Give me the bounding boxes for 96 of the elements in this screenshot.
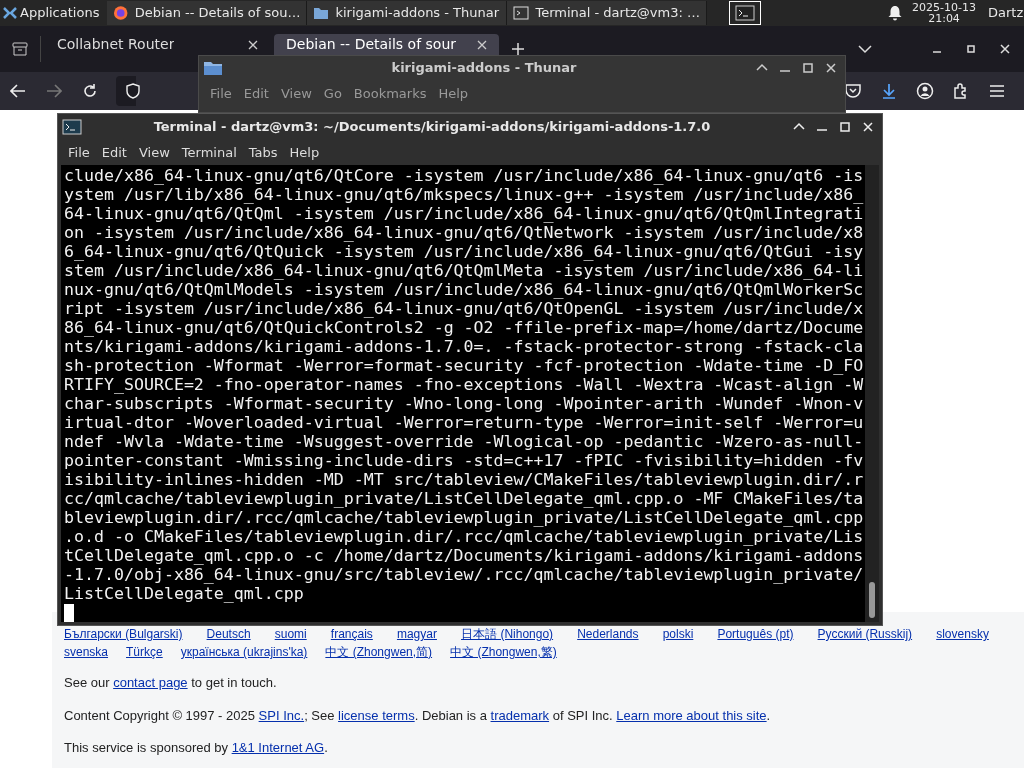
terminal-output-line: bleviewplugin.dir/.rcc/qmlcache/tableviewplugin_private/ListCellDelegate_qml.cpp: [64, 508, 864, 527]
language-link[interactable]: Deutsch: [206, 627, 251, 642]
terminal-output-line: pointer-constant -Wmissing-include-dirs -std=c++17 -fPIC -fvisibility=hidden -fv: [64, 451, 864, 470]
folder-icon: [313, 5, 330, 21]
terminal-output-line: 64-linux-gnu/qt6/QtQml -isystem /usr/include/x86_64-linux-gnu/qt6/QtQmlIntegrati: [64, 204, 864, 223]
menu-item[interactable]: Edit: [95, 142, 133, 163]
menu-item[interactable]: Go: [317, 84, 348, 104]
language-link[interactable]: slovensky: [936, 627, 989, 642]
maximize-icon[interactable]: [802, 62, 814, 74]
tab-list-icon[interactable]: [12, 42, 28, 56]
text-cursor: [64, 604, 74, 622]
language-link[interactable]: Nederlands: [577, 627, 639, 642]
footer-link[interactable]: trademark: [490, 707, 550, 723]
language-link[interactable]: suomi: [274, 627, 307, 642]
terminal-launcher[interactable]: [729, 1, 762, 25]
terminal-output-line: ystem /usr/lib/x86_64-linux-gnu/qt6/mkspecs/linux-g++ -isystem /usr/include/x86_: [64, 185, 864, 204]
window-title: Terminal - dartz@vm3: ~/Documents/kirigami-addons/kirigami-addons-1.7.0: [153, 118, 711, 137]
taskbar-button[interactable]: Terminal - dartz@vm3: …: [507, 1, 708, 25]
scrollbar-thumb[interactable]: [869, 582, 875, 618]
terminal-output-line: RTIFY_SOURCE=2 -fno-operator-names -fno-exceptions -Wall -Wextra -Wcast-align -W: [64, 375, 864, 394]
footer-text: Content Copyright © 1997 - 2025 SPI Inc.; See license terms. Debian is a trademark of SPI Inc. Learn more about this site.: [64, 706, 772, 725]
terminal-output-line: ndef -Wvla -Wdate-time -Wsuggest-override -Wlogical-op -pedantic -Wzero-as-null-: [64, 432, 864, 451]
menu-item[interactable]: File: [204, 84, 238, 104]
menu-item[interactable]: Tabs: [242, 142, 284, 163]
new-tab-icon[interactable]: [511, 42, 525, 56]
footer-link[interactable]: 1&1 Internet AG: [231, 740, 325, 755]
language-link[interactable]: Български (Bulgarski): [64, 627, 183, 642]
menu-item[interactable]: Edit: [237, 84, 275, 104]
language-link[interactable]: Português (pt): [717, 627, 794, 642]
language-link[interactable]: Русский (Russkij): [817, 627, 913, 642]
language-link[interactable]: українська (ukrajins'ka): [180, 645, 308, 660]
folder-icon: [203, 60, 223, 76]
terminal-output-line: sh-protection -Wformat -Werror=format-security -fcf-protection -Wdate-time -D_FO: [64, 356, 864, 375]
taskbar-button[interactable]: Debian -- Details of sou…: [107, 1, 308, 25]
notification-bell-icon[interactable]: [888, 5, 903, 21]
terminal-output-line: isibility-inlines-hidden -MD -MT src/tableview/CMakeFiles/tableviewplugin.dir/.r: [64, 470, 864, 489]
chevron-down-icon[interactable]: [858, 44, 872, 54]
menu-icon[interactable]: [988, 82, 1006, 100]
footer-link[interactable]: contact page: [113, 675, 188, 690]
close-icon[interactable]: [1000, 44, 1010, 54]
browser-tab[interactable]: Collabnet Router: [45, 34, 270, 55]
terminal-output-line: stem /usr/include/x86_64-linux-gnu/qt6/QtQmlMeta -isystem /usr/include/x86_64-li: [64, 261, 864, 280]
language-link[interactable]: français: [330, 627, 373, 642]
terminal-output-line: char-subscripts -Wformat-security -Wno-long-long -Wpointer-arith -Wundef -Wnon-v: [64, 394, 864, 413]
footer-link[interactable]: SPI Inc.: [258, 707, 305, 723]
account-icon[interactable]: [916, 82, 934, 100]
close-icon[interactable]: [248, 39, 258, 50]
browser-tab[interactable]: Debian -- Details of sour: [274, 34, 499, 55]
menu-item[interactable]: Help: [432, 84, 475, 104]
pocket-icon[interactable]: [844, 82, 862, 100]
terminal-output-line: cc/qmlcache/tableviewplugin_private/ListCellDelegate_qml.cpp.o -MF CMakeFiles/ta: [64, 489, 864, 508]
close-icon[interactable]: [825, 62, 837, 74]
taskbar-button[interactable]: kirigami-addons - Thunar: [307, 1, 508, 25]
footer-link[interactable]: license terms: [338, 707, 415, 723]
terminal-output-line: 6_64-linux-gnu/qt6/QtQuick -isystem /usr/include/x86_64-linux-gnu/qt6/QtGui -isy: [64, 242, 864, 261]
footer-link[interactable]: Learn more about this site: [616, 707, 767, 723]
terminal-icon: [513, 5, 530, 21]
window-title: kirigami-addons - Thunar: [391, 59, 577, 78]
terminal-output-line: -1.7.0/obj-x86_64-linux-gnu/src/tableview/.rcc/qmlcache/tableviewplugin_private/: [64, 565, 864, 584]
terminal-icon: [735, 5, 756, 21]
download-icon[interactable]: [880, 82, 898, 100]
terminal-output-line: .o.d -o CMakeFiles/tableviewplugin.dir/.rcc/qmlcache/tableviewplugin_private/Lis: [64, 527, 864, 546]
terminal-output-line: irtual-dtor -Woverloaded-virtual -Werror=return-type -Werror=init-self -Werror=u: [64, 413, 864, 432]
applications-menu[interactable]: Applications: [0, 0, 108, 26]
back-arrow-icon[interactable]: [10, 84, 26, 98]
browser-icon: [113, 5, 129, 21]
user-name[interactable]: Dartz: [988, 3, 1024, 23]
language-link[interactable]: svenska: [64, 645, 109, 660]
reload-icon[interactable]: [82, 83, 98, 99]
terminal-output-line: nts/kirigami-addons/kirigami-addons-1.7.0=. -fstack-protector-strong -fstack-cla: [64, 337, 864, 356]
terminal-output-line: clude/x86_64-linux-gnu/qt6/QtCore -isystem /usr/include/x86_64-linux-gnu/qt6 -is: [64, 166, 864, 185]
terminal-output-line: ript -isystem /usr/include/x86_64-linux-gnu/qt6/QtOpenGL -isystem /usr/include/x: [64, 299, 864, 318]
menu-item[interactable]: File: [62, 142, 96, 163]
language-link[interactable]: 中文 (Zhongwen,繁): [450, 645, 557, 660]
footer-text: This service is sponsored by 1&1 Internet AG.: [64, 739, 329, 757]
footer-text: See our contact page to get in touch.: [64, 674, 278, 692]
maximize-icon[interactable]: [966, 44, 976, 54]
menu-item[interactable]: Help: [283, 142, 326, 163]
terminal-output-line: on -isystem /usr/include/x86_64-linux-gnu/qt6/QtNetwork -isystem /usr/include/x8: [64, 223, 864, 242]
shield-icon[interactable]: [126, 83, 140, 99]
terminal-icon: [62, 119, 82, 135]
terminal-output-line: ListCellDelegate_qml.cpp: [64, 584, 304, 603]
language-link[interactable]: Türkçe: [126, 645, 163, 660]
menu-item[interactable]: Bookmarks: [347, 84, 433, 104]
language-link[interactable]: 日本語 (Nihongo): [461, 627, 554, 642]
menu-item[interactable]: View: [132, 142, 176, 163]
language-link[interactable]: magyar: [396, 627, 437, 642]
language-link[interactable]: polski: [662, 627, 694, 642]
terminal-output-line: tCellDelegate_qml.cpp.o -c /home/dartz/Documents/kirigami-addons/kirigami-addons: [64, 546, 864, 565]
terminal-output-line: nux-gnu/qt6/QtQmlModels -isystem /usr/include/x86_64-linux-gnu/qt6/QtQmlWorkerSc: [64, 280, 864, 299]
terminal-output-line: 86_64-linux-gnu/qt6/QtQuickControls2 -g -O2 -ffile-prefix-map=/home/dartz/Docume: [64, 318, 864, 337]
language-link[interactable]: 中文 (Zhongwen,简): [325, 645, 433, 660]
clock[interactable]: 2025-10-13 21:04: [912, 2, 976, 24]
menu-item[interactable]: Terminal: [175, 142, 243, 163]
close-icon[interactable]: [477, 39, 487, 50]
menu-item[interactable]: View: [274, 84, 318, 104]
